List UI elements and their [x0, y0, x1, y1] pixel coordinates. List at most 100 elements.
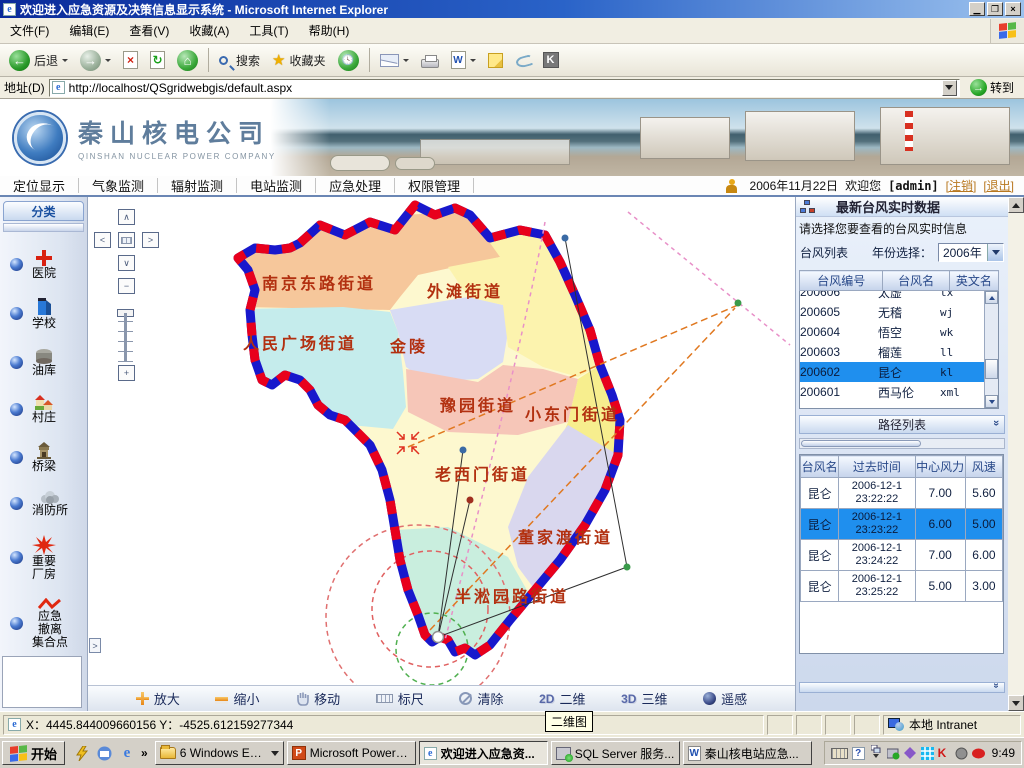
pan-up-button[interactable]: ∧ — [118, 209, 135, 225]
menu-favorites[interactable]: 收藏(A) — [179, 22, 239, 39]
map-clear-button[interactable]: 清除 — [459, 689, 503, 708]
office-tray-icon[interactable] — [904, 747, 917, 760]
map-zoom-in-button[interactable]: 放大 — [136, 689, 180, 708]
pan-down-button[interactable]: ∨ — [118, 255, 135, 271]
scroll-thumb[interactable] — [985, 359, 998, 379]
edit-word-button[interactable]: W — [446, 46, 481, 74]
year-dropdown-icon[interactable] — [987, 244, 1003, 261]
address-dropdown-button[interactable] — [942, 80, 957, 96]
map-remote-sensing-button[interactable]: 遥感 — [703, 689, 747, 708]
table-row[interactable]: 200605无稽wj — [800, 302, 986, 322]
close-button[interactable]: × — [1005, 2, 1021, 16]
h-scroll-thumb[interactable] — [801, 440, 921, 447]
task-powerpoint[interactable]: P Microsoft PowerP... — [287, 741, 416, 765]
print-button[interactable] — [416, 46, 444, 74]
table-row[interactable]: 昆仑2006-12-1 23:24:227.006.00 — [801, 540, 1003, 571]
table-row-selected[interactable]: 200602昆仑kl — [800, 362, 986, 382]
task-sql-server[interactable]: SQL Server 服务... — [551, 741, 680, 765]
tab-station-monitor[interactable]: 电站监测 — [237, 178, 316, 193]
sidebar-item-hospital[interactable]: 医院 — [0, 249, 87, 280]
tab-radiation-monitor[interactable]: 辐射监测 — [158, 178, 237, 193]
sidebar-item-school[interactable]: 学校 — [0, 297, 87, 330]
discuss-button[interactable] — [483, 46, 508, 74]
page-scrollbar[interactable] — [1008, 197, 1024, 711]
favorites-button[interactable]: ★收藏夹 — [267, 46, 330, 74]
menu-file[interactable]: 文件(F) — [0, 22, 59, 39]
help-tray-icon[interactable]: ? — [852, 747, 865, 760]
scroll-up-button[interactable] — [985, 291, 998, 304]
grid-tray-icon[interactable] — [921, 747, 934, 760]
expand-panel-button[interactable]: > — [89, 638, 101, 653]
quick-launch-overflow-chevron[interactable]: » — [141, 746, 148, 760]
messenger-button[interactable] — [510, 46, 536, 74]
quick-launch-ie-icon[interactable]: e — [118, 744, 136, 762]
restore-button[interactable]: ❐ — [987, 2, 1003, 16]
track-point[interactable] — [735, 300, 742, 307]
task-windows-explorer-group[interactable]: 6 Windows Expl... — [155, 741, 284, 765]
track-point[interactable] — [624, 564, 631, 571]
table-row[interactable]: 200603榴莲ll — [800, 342, 986, 362]
table-row[interactable]: 昆仑2006-12-1 23:25:225.003.00 — [801, 571, 1003, 602]
map-canvas[interactable]: 南京东路街道 外滩街道 人民广场街道 金陵 豫园街道 小东门街道 老西门街道 董… — [88, 197, 795, 685]
track-point[interactable] — [562, 235, 569, 242]
pan-left-button[interactable]: < — [94, 232, 111, 248]
track-point[interactable] — [460, 447, 467, 454]
menu-help[interactable]: 帮助(H) — [299, 22, 360, 39]
center-ruler-button[interactable] — [118, 232, 135, 248]
map-2d-button[interactable]: 2D二维 — [539, 689, 585, 708]
logout-link[interactable]: [注销] — [946, 177, 977, 194]
refresh-button[interactable]: ↻ — [145, 46, 170, 74]
zoom-in-button[interactable]: + — [118, 365, 135, 381]
sidebar-item-village[interactable]: 村庄 — [0, 394, 87, 424]
sql-server-tray-icon[interactable] — [887, 747, 900, 760]
task-word-document[interactable]: W 秦山核电站应急... — [683, 741, 812, 765]
go-button[interactable]: →转到 — [964, 79, 1020, 96]
category-header[interactable]: 分类 — [3, 201, 84, 221]
exit-link[interactable]: [退出] — [983, 177, 1014, 194]
map-3d-button[interactable]: 3D三维 — [621, 689, 667, 708]
taskbar-clock[interactable]: 9:49 — [992, 746, 1015, 760]
table-row[interactable]: 200606太虚tx — [800, 291, 986, 302]
search-button[interactable]: 搜索 — [214, 46, 265, 74]
sidebar-item-oil-depot[interactable]: 油库 — [0, 348, 87, 377]
home-button[interactable]: ⌂ — [172, 46, 203, 74]
address-field[interactable]: e http://localhost/QSgridwebgis/default.… — [49, 79, 960, 97]
address-url[interactable]: http://localhost/QSgridwebgis/default.as… — [69, 81, 292, 95]
horizontal-scrollbar[interactable] — [799, 438, 1005, 449]
map-ruler-button[interactable]: 标尺 — [376, 689, 424, 708]
tab-weather-monitor[interactable]: 气象监测 — [79, 178, 158, 193]
start-button[interactable]: 开始 — [2, 741, 65, 765]
tab-location-display[interactable]: 定位显示 — [0, 178, 79, 193]
menu-edit[interactable]: 编辑(E) — [59, 22, 119, 39]
history-button[interactable]: 🕓 — [333, 46, 364, 74]
mail-button[interactable] — [375, 46, 414, 74]
pan-right-button[interactable]: > — [142, 232, 159, 248]
keyboard-layout-icon[interactable] — [831, 748, 848, 759]
table-row[interactable]: 200601西马伦xml — [800, 382, 986, 402]
sidebar-item-fire-station[interactable]: 消防所 — [0, 490, 87, 517]
antivirus-button[interactable]: K — [538, 46, 564, 74]
table-row-selected[interactable]: 昆仑2006-12-1 23:23:226.005.00 — [801, 509, 1003, 540]
task-ie-emergency-system[interactable]: e 欢迎进入应急资... — [419, 741, 548, 765]
table-row[interactable]: 200604悟空wk — [800, 322, 986, 342]
year-select[interactable]: 2006年 — [938, 243, 1004, 262]
sidebar-item-important-plant[interactable]: 重要 厂房 — [0, 535, 87, 581]
table-row[interactable]: 昆仑2006-12-1 23:22:227.005.60 — [801, 478, 1003, 509]
path-list-header[interactable]: 路径列表 » — [799, 415, 1005, 434]
sidebar-item-bridge[interactable]: 桥梁 — [0, 442, 87, 473]
minimize-button[interactable]: ▁ — [969, 2, 985, 16]
scroll-down-button[interactable] — [985, 395, 998, 408]
panel-collapse-bar[interactable]: » — [799, 682, 1005, 693]
tab-emergency-handling[interactable]: 应急处理 — [316, 178, 395, 193]
scroll-up-button[interactable] — [1008, 197, 1024, 213]
table-scrollbar[interactable] — [984, 291, 998, 408]
tab-permission-mgmt[interactable]: 权限管理 — [395, 178, 474, 193]
forward-button[interactable]: → — [75, 46, 116, 74]
map-zoom-out-button[interactable]: 缩小 — [215, 689, 259, 708]
track-point[interactable] — [467, 497, 474, 504]
map-pan-button[interactable]: 移动 — [295, 689, 340, 708]
menu-tools[interactable]: 工具(T) — [239, 22, 298, 39]
zoom-out-button[interactable]: − — [118, 278, 135, 294]
quick-launch-outlook-icon[interactable] — [95, 744, 113, 762]
quick-launch-desktop-icon[interactable] — [72, 744, 90, 762]
